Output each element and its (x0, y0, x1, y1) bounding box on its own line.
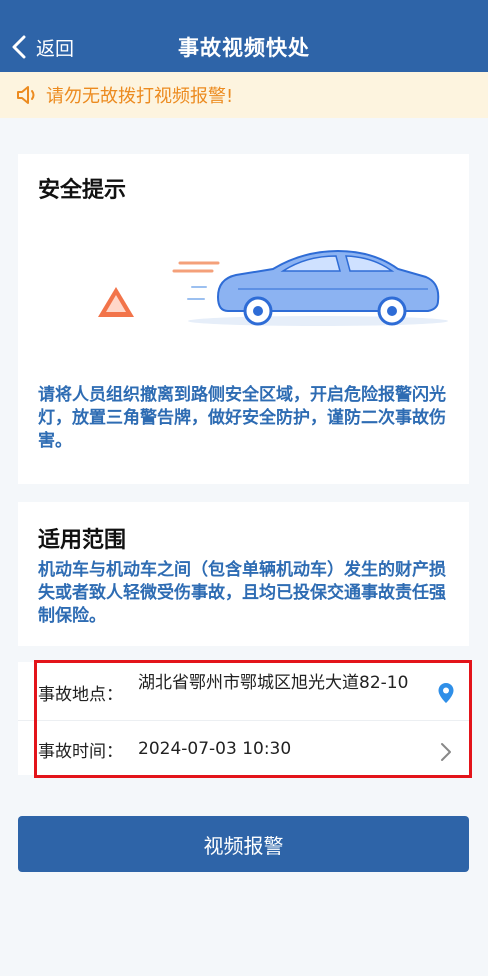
warning-triangle-icon (98, 287, 134, 317)
location-row[interactable]: 事故地点： 湖北省鄂州市鄂城区旭光大道82-10 (18, 662, 469, 720)
safety-text: 请将人员组织撤离到路侧安全区域，开启危险报警闪光灯，放置三角警告牌，做好安全防护… (38, 385, 446, 451)
scope-title: 适用范围 (38, 528, 127, 553)
safety-card: 安全提示 请将人员组织撤离到路侧安全区域，开启危险报警闪光灯，放置三角警告牌，做… (18, 154, 469, 484)
scope-text: 机动车与机动车之间（包含单辆机动车）发生的财产损失或者致人轻微受伤事故，且均已投… (38, 560, 446, 626)
chevron-right-icon (441, 743, 451, 761)
location-pin-icon[interactable] (437, 682, 455, 704)
time-row[interactable]: 事故时间： 2024-07-03 10:30 (18, 720, 469, 777)
time-label: 事故时间： (38, 741, 123, 762)
location-label: 事故地点： (38, 685, 123, 705)
safety-title: 安全提示 (38, 178, 127, 203)
time-value: 2024-07-03 10:30 (138, 739, 292, 759)
speaker-icon (17, 86, 35, 104)
video-report-button[interactable]: 视频报警 (18, 816, 469, 872)
page-title: 事故视频快处 (178, 36, 310, 60)
incident-info-box: 事故地点： 湖北省鄂州市鄂城区旭光大道82-10 事故时间： 2024-07-0… (18, 662, 469, 775)
location-value: 湖北省鄂州市鄂城区旭光大道82-10 (138, 673, 409, 693)
notice-text: 请勿无故拨打视频报警! (46, 86, 234, 107)
scope-card: 适用范围 机动车与机动车之间（包含单辆机动车）发生的财产损失或者致人轻微受伤事故… (18, 502, 469, 646)
warning-notice: 请勿无故拨打视频报警! (0, 72, 488, 118)
